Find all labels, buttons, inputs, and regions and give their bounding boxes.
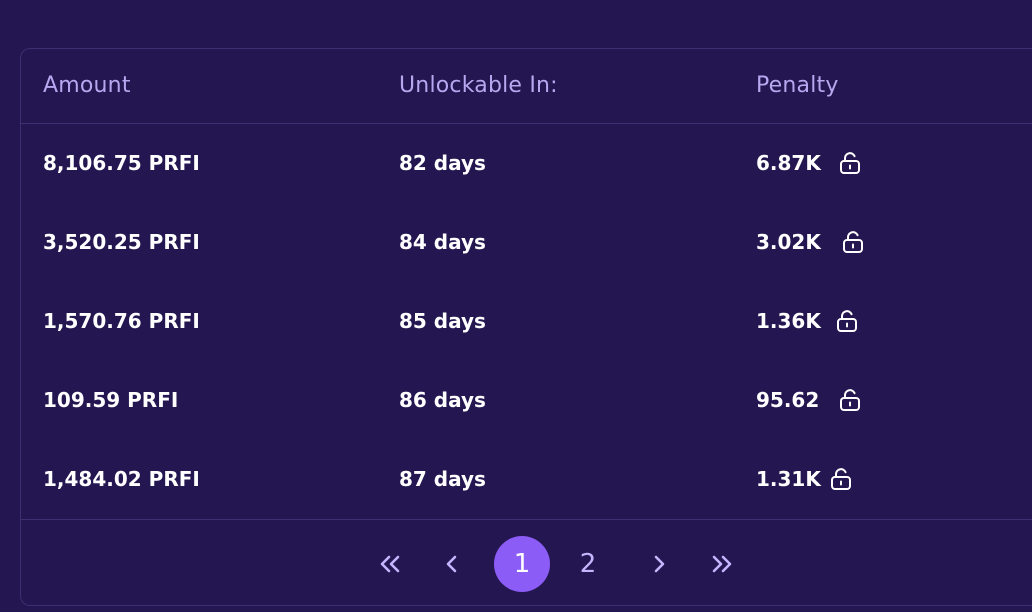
unlock-icon[interactable] (839, 388, 861, 412)
unlockable-cell: 85 days (399, 309, 486, 333)
next-page-button[interactable] (631, 536, 687, 592)
penalty-cell: 1.36K (756, 309, 821, 333)
double-chevron-right-icon (709, 552, 735, 576)
locks-table-panel: Amount Unlockable In: Penalty 8,106.75 P… (20, 48, 1032, 606)
chevron-left-icon (442, 552, 462, 576)
page-1-button[interactable]: 1 (494, 536, 550, 592)
unlock-icon[interactable] (836, 309, 858, 333)
amount-cell: 1,570.76 PRFI (43, 309, 200, 333)
page-2-button[interactable]: 2 (560, 536, 616, 592)
prev-page-button[interactable] (424, 536, 480, 592)
last-page-button[interactable] (694, 536, 750, 592)
unlockable-cell: 87 days (399, 467, 486, 491)
pagination: 1 2 (21, 520, 1032, 607)
unlock-icon[interactable] (839, 151, 861, 175)
table-header: Amount Unlockable In: Penalty (21, 49, 1032, 124)
header-unlockable-in: Unlockable In: (399, 73, 558, 98)
penalty-cell: 3.02K (756, 230, 821, 254)
double-chevron-left-icon (377, 552, 403, 576)
unlock-icon[interactable] (842, 230, 864, 254)
amount-cell: 109.59 PRFI (43, 388, 179, 412)
amount-cell: 1,484.02 PRFI (43, 467, 200, 491)
amount-cell: 8,106.75 PRFI (43, 151, 200, 175)
table-row: 109.59 PRFI 86 days 95.62 (21, 361, 1032, 440)
table-row: 3,520.25 PRFI 84 days 3.02K (21, 203, 1032, 282)
penalty-cell: 1.31K (756, 467, 821, 491)
table-row: 1,484.02 PRFI 87 days 1.31K (21, 440, 1032, 519)
table-row: 1,570.76 PRFI 85 days 1.36K (21, 282, 1032, 361)
unlockable-cell: 82 days (399, 151, 486, 175)
unlockable-cell: 86 days (399, 388, 486, 412)
chevron-right-icon (649, 552, 669, 576)
table-body: 8,106.75 PRFI 82 days 6.87K 3,520.25 PRF… (21, 124, 1032, 520)
header-amount: Amount (43, 73, 131, 98)
unlock-icon[interactable] (830, 467, 852, 491)
first-page-button[interactable] (362, 536, 418, 592)
table-row: 8,106.75 PRFI 82 days 6.87K (21, 124, 1032, 203)
unlockable-cell: 84 days (399, 230, 486, 254)
penalty-cell: 95.62 (756, 388, 820, 412)
amount-cell: 3,520.25 PRFI (43, 230, 200, 254)
penalty-cell: 6.87K (756, 151, 821, 175)
header-penalty: Penalty (756, 73, 839, 98)
